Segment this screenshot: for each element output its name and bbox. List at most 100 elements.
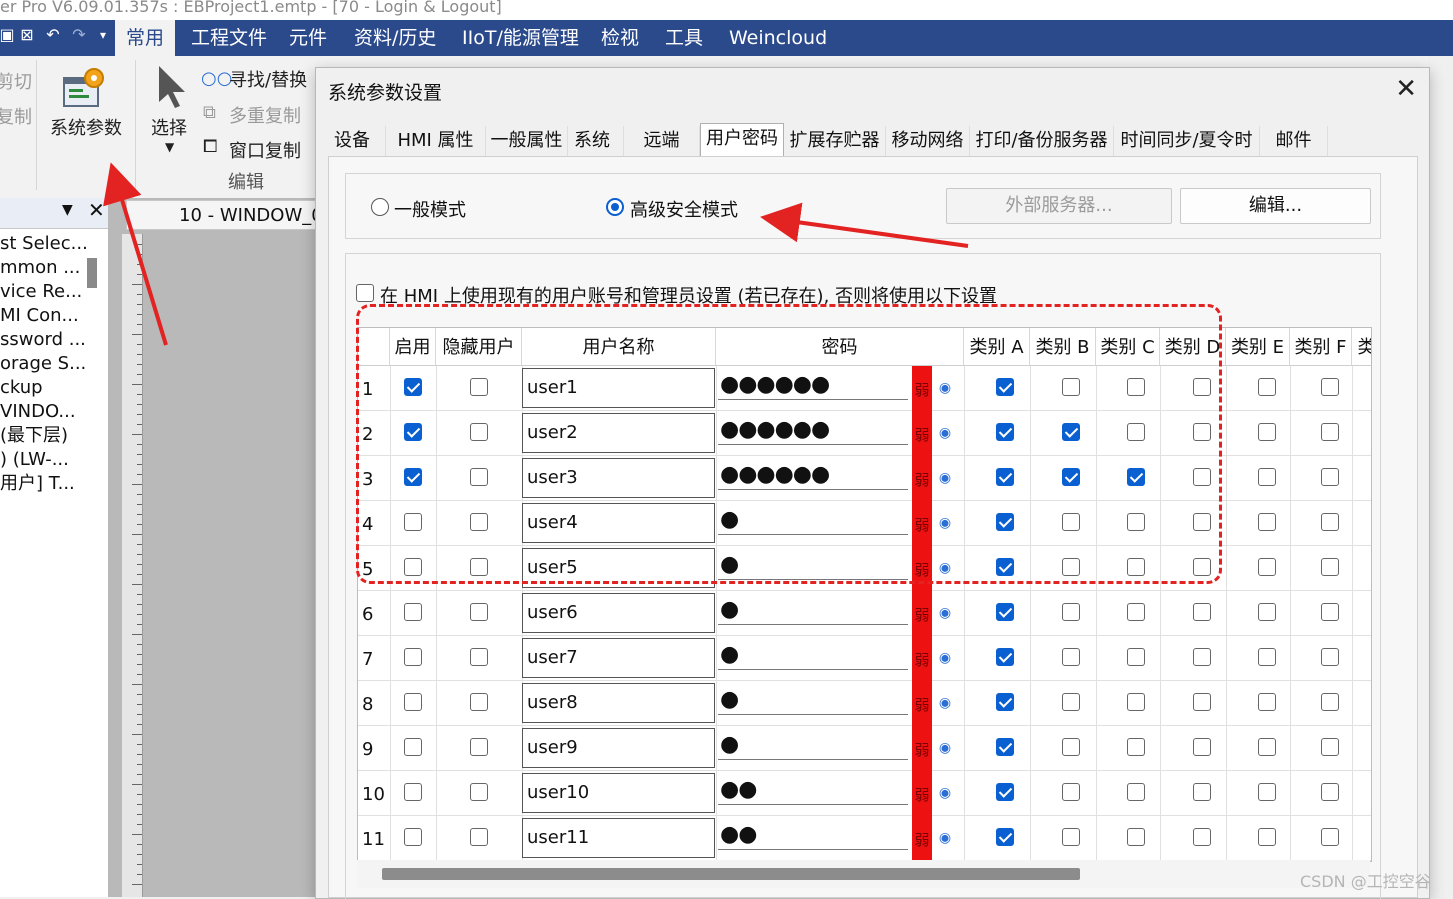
- category-d-checkbox[interactable]: [1193, 378, 1211, 396]
- category-a-checkbox[interactable]: [996, 738, 1014, 756]
- category-f-checkbox[interactable]: [1321, 648, 1339, 666]
- general-mode-radio[interactable]: [371, 198, 389, 216]
- table-horizontal-scrollbar[interactable]: [357, 860, 1370, 888]
- category-a-checkbox[interactable]: [996, 648, 1014, 666]
- category-e-checkbox[interactable]: [1258, 648, 1276, 666]
- category-f-checkbox[interactable]: [1321, 828, 1339, 846]
- category-c-checkbox[interactable]: [1127, 603, 1145, 621]
- username-input[interactable]: user9: [522, 728, 715, 768]
- enabled-checkbox[interactable]: [404, 423, 422, 441]
- category-e-checkbox[interactable]: [1258, 783, 1276, 801]
- col-password-header[interactable]: 密码: [716, 328, 964, 366]
- tree-item[interactable]: ssword ...: [0, 328, 86, 352]
- col-category-e-header[interactable]: 类别 E: [1226, 328, 1290, 366]
- col-category-a-header[interactable]: 类别 A: [964, 328, 1030, 366]
- menu-objects[interactable]: 元件: [289, 20, 327, 56]
- hidden-user-checkbox[interactable]: [470, 378, 488, 396]
- category-f-checkbox[interactable]: [1321, 738, 1339, 756]
- category-d-checkbox[interactable]: [1193, 783, 1211, 801]
- tab-email[interactable]: 邮件: [1260, 126, 1328, 156]
- category-c-checkbox[interactable]: [1127, 783, 1145, 801]
- tree-item[interactable]: mmon ...: [0, 256, 80, 280]
- category-d-checkbox[interactable]: [1193, 468, 1211, 486]
- menu-tools[interactable]: 工具: [665, 20, 703, 56]
- tab-system[interactable]: 系统: [568, 126, 624, 156]
- category-e-checkbox[interactable]: [1258, 513, 1276, 531]
- category-b-checkbox[interactable]: [1062, 648, 1080, 666]
- menu-weincloud[interactable]: Weincloud: [729, 20, 827, 56]
- category-a-checkbox[interactable]: [996, 513, 1014, 531]
- select-pointer-icon[interactable]: [155, 64, 189, 112]
- category-a-checkbox[interactable]: [996, 828, 1014, 846]
- redo-icon[interactable]: ↷: [70, 26, 88, 44]
- edit-button[interactable]: 编辑...: [1180, 188, 1371, 224]
- category-f-checkbox[interactable]: [1321, 513, 1339, 531]
- category-e-checkbox[interactable]: [1258, 468, 1276, 486]
- window-tab[interactable]: 10 - WINDOW_0: [126, 200, 318, 230]
- show-password-eye-icon[interactable]: ◉: [938, 561, 952, 575]
- password-input[interactable]: ●: [718, 595, 908, 625]
- password-input[interactable]: ●: [718, 640, 908, 670]
- category-f-checkbox[interactable]: [1321, 603, 1339, 621]
- category-b-checkbox[interactable]: [1062, 558, 1080, 576]
- customize-icon[interactable]: ▾: [94, 26, 112, 44]
- find-replace-button[interactable]: 寻找/替换: [229, 66, 307, 92]
- hidden-user-checkbox[interactable]: [470, 783, 488, 801]
- enabled-checkbox[interactable]: [404, 783, 422, 801]
- menu-iiot[interactable]: IIoT/能源管理: [462, 20, 579, 56]
- use-existing-label[interactable]: 在 HMI 上使用现有的用户账号和管理员设置 (若已存在), 否则将使用以下设置: [380, 282, 997, 308]
- panel-close-icon[interactable]: ✕: [88, 198, 105, 222]
- app-icon[interactable]: ▣: [0, 26, 16, 44]
- category-b-checkbox[interactable]: [1062, 423, 1080, 441]
- tab-mobile-network[interactable]: 移动网络: [886, 126, 970, 156]
- col-enabled-header[interactable]: 启用: [390, 328, 436, 366]
- tree-item[interactable]: (最下层): [0, 424, 68, 448]
- category-b-checkbox[interactable]: [1062, 513, 1080, 531]
- advanced-mode-radio[interactable]: [606, 198, 624, 216]
- col-category-b-header[interactable]: 类别 B: [1030, 328, 1096, 366]
- hidden-user-checkbox[interactable]: [470, 693, 488, 711]
- tree-item[interactable]: 用户] T...: [0, 472, 75, 496]
- category-c-checkbox[interactable]: [1127, 468, 1145, 486]
- category-e-checkbox[interactable]: [1258, 423, 1276, 441]
- panel-dropdown-icon[interactable]: ▼: [62, 202, 73, 218]
- tab-general-properties[interactable]: 一般属性: [486, 126, 568, 156]
- password-input[interactable]: ●●●●●●: [718, 460, 908, 490]
- category-a-checkbox[interactable]: [996, 423, 1014, 441]
- password-input[interactable]: ●: [718, 685, 908, 715]
- hidden-user-checkbox[interactable]: [470, 603, 488, 621]
- enabled-checkbox[interactable]: [404, 828, 422, 846]
- system-params-button[interactable]: 系统参数: [50, 114, 122, 140]
- category-b-checkbox[interactable]: [1062, 783, 1080, 801]
- category-e-checkbox[interactable]: [1258, 693, 1276, 711]
- category-d-checkbox[interactable]: [1193, 828, 1211, 846]
- category-d-checkbox[interactable]: [1193, 693, 1211, 711]
- tab-remote[interactable]: 远端: [624, 126, 700, 156]
- enabled-checkbox[interactable]: [404, 738, 422, 756]
- tab-hmi-properties[interactable]: HMI 属性: [386, 126, 486, 156]
- username-input[interactable]: user1: [522, 368, 715, 408]
- category-d-checkbox[interactable]: [1193, 603, 1211, 621]
- password-input[interactable]: ●: [718, 550, 908, 580]
- system-params-icon[interactable]: [62, 64, 110, 112]
- hidden-user-checkbox[interactable]: [470, 513, 488, 531]
- category-d-checkbox[interactable]: [1193, 648, 1211, 666]
- col-category-c-header[interactable]: 类别 C: [1096, 328, 1160, 366]
- username-input[interactable]: user5: [522, 548, 715, 588]
- category-a-checkbox[interactable]: [996, 783, 1014, 801]
- hidden-user-checkbox[interactable]: [470, 558, 488, 576]
- hidden-user-checkbox[interactable]: [470, 423, 488, 441]
- tab-device[interactable]: 设备: [328, 126, 386, 156]
- show-password-eye-icon[interactable]: ◉: [938, 741, 952, 755]
- category-b-checkbox[interactable]: [1062, 738, 1080, 756]
- show-password-eye-icon[interactable]: ◉: [938, 696, 952, 710]
- tree-item[interactable]: st Selec...: [0, 232, 88, 256]
- username-input[interactable]: user4: [522, 503, 715, 543]
- undo-icon[interactable]: ↶: [44, 26, 62, 44]
- tree-item[interactable]: orage S...: [0, 352, 86, 376]
- hidden-user-checkbox[interactable]: [470, 468, 488, 486]
- category-e-checkbox[interactable]: [1258, 603, 1276, 621]
- tree-item[interactable]: ckup: [0, 376, 43, 400]
- username-input[interactable]: user7: [522, 638, 715, 678]
- external-server-button[interactable]: 外部服务器...: [946, 188, 1172, 224]
